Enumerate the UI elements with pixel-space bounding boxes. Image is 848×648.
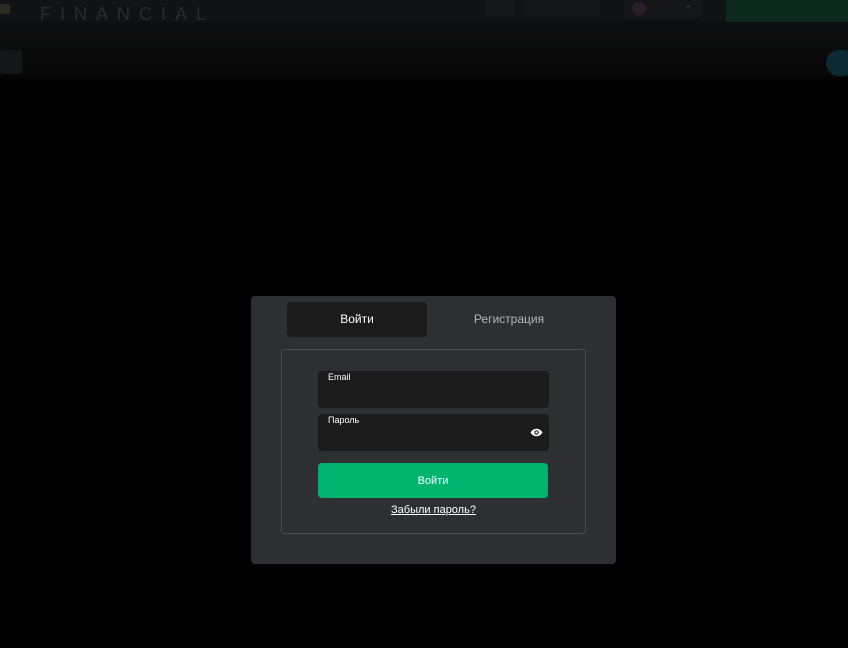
tab-login[interactable]: Войти — [287, 302, 427, 337]
menu-button[interactable] — [0, 50, 22, 74]
chevron-down-icon: ▾ — [686, 2, 691, 12]
email-field[interactable]: Email — [318, 371, 549, 408]
eye-icon[interactable] — [530, 427, 543, 438]
login-modal: Войти Регистрация Email Пароль Войти Заб… — [251, 296, 616, 564]
tab-register[interactable]: Регистрация — [439, 302, 579, 337]
password-input[interactable] — [328, 428, 532, 448]
top-navbar: FINANCIAL ▾ — [0, 0, 848, 24]
login-form: Email Пароль Войти Забыли пароль? — [281, 349, 586, 534]
header-cta-button[interactable] — [726, 0, 848, 22]
email-label: Email — [328, 372, 351, 382]
nav-pill-button[interactable] — [524, 0, 600, 16]
forgot-password-link[interactable]: Забыли пароль? — [282, 504, 585, 516]
sub-navbar — [0, 22, 848, 84]
nav-icon-button[interactable] — [486, 0, 514, 16]
login-submit-button[interactable]: Войти — [318, 463, 548, 498]
password-label: Пароль — [328, 415, 360, 425]
email-input[interactable] — [328, 385, 532, 405]
flag-icon — [632, 2, 646, 16]
password-field[interactable]: Пароль — [318, 414, 549, 451]
language-selector[interactable]: ▾ — [624, 0, 702, 18]
header-round-button[interactable] — [826, 50, 848, 76]
logo-mark — [0, 4, 10, 14]
